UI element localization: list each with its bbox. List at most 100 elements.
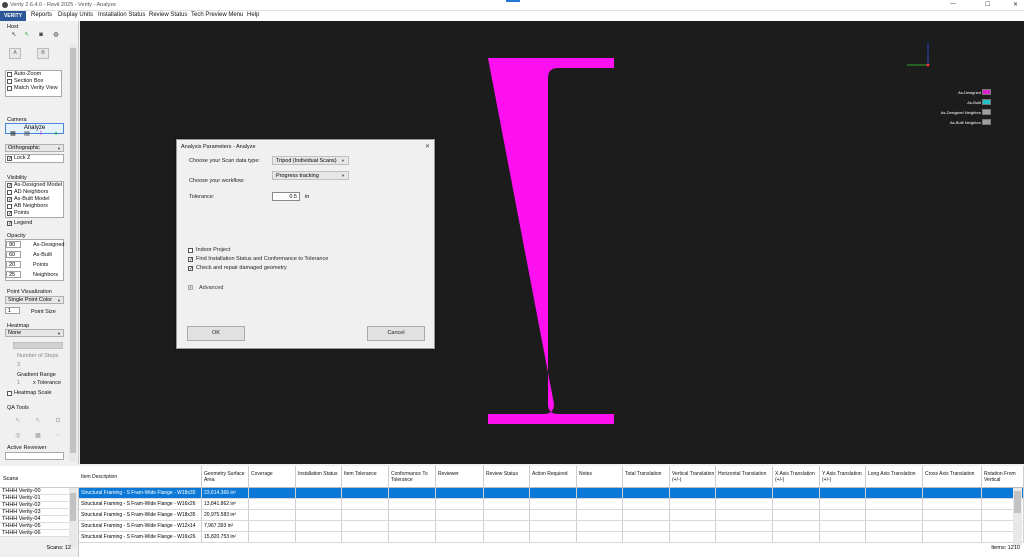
legend-checkbox[interactable]: ✓ [7,221,12,227]
workflow-select[interactable]: Progress tracking ▼ [272,171,349,180]
menu-installation-status[interactable]: Installation Status [98,12,145,18]
column-header[interactable]: Item Description [79,466,202,488]
column-header[interactable]: Total Translation [623,466,670,488]
opacity-points-input[interactable]: 20 [6,261,21,268]
left-scroll-thumb[interactable] [70,48,76,453]
table-row[interactable]: Structural Framing - S Fram-Wide Flange … [79,488,1024,499]
repair-geometry-checkbox[interactable]: ✓ [188,266,193,272]
scans-scrollbar[interactable] [69,488,77,548]
column-header[interactable]: Y Axis Translation (+/-) [820,466,866,488]
ok-button[interactable]: OK [187,326,245,341]
beam-icon[interactable]: I [38,131,44,137]
column-header[interactable]: Item Tolerance [342,466,389,488]
table-cell [484,532,530,542]
table-scroll-thumb[interactable] [1014,491,1021,513]
scan-item[interactable]: THHH Verity-01 [0,495,69,502]
left-panel-scrollbar[interactable] [69,44,77,462]
close-icon[interactable]: ✕ [425,143,430,150]
heatmap-select[interactable]: None ▼ [5,329,64,337]
minimize-button[interactable]: — [950,1,956,7]
column-header[interactable]: Long Axis Translation [866,466,923,488]
tolerance-input[interactable]: 0.5 [272,192,300,201]
host-button-b[interactable]: B [37,48,49,59]
column-header[interactable]: Notes [577,466,623,488]
column-header[interactable]: Installation Status [296,466,342,488]
column-header[interactable]: Coverage [249,466,296,488]
legend-as-built-label: As-Built [967,100,981,105]
heatmap-scale-checkbox[interactable] [7,391,12,396]
cancel-button[interactable]: Cancel [367,326,425,341]
menu-review-status[interactable]: Review Status [149,12,187,18]
menu-display-units[interactable]: Display Units [58,12,93,18]
scan-item[interactable]: THHH Verity-03 [0,509,69,516]
scan-item[interactable]: THHH Verity-00 [0,488,69,495]
menu-reports[interactable]: Reports [31,12,52,18]
column-header[interactable]: Vertical Translation (+/-) [670,466,716,488]
find-status-checkbox[interactable]: ✓ [188,257,193,263]
advanced-expand-icon[interactable]: › [188,285,193,291]
ad-neighbors-checkbox[interactable] [7,190,12,195]
column-header[interactable]: Cross Axis Translation [923,466,982,488]
table-row[interactable]: Structural Framing - S Fram-Wide Flange … [79,510,1024,521]
scans-scroll-thumb[interactable] [70,493,76,521]
table-cell [577,532,623,542]
scan-type-select[interactable]: Tripod (Individual Scans) ▼ [272,156,349,165]
qa-grid-icon[interactable]: ▦ [35,433,41,439]
host-button-a[interactable]: A [9,48,21,59]
scan-item[interactable]: THHH Verity-06 [0,530,69,537]
match-view-checkbox[interactable] [7,86,12,91]
qa-circle-icon[interactable]: ◎ [15,433,21,439]
opacity-as-designed-input[interactable]: 90 [6,241,21,248]
table-row[interactable]: Structural Framing - S Fram-Wide Flange … [79,499,1024,510]
indoor-project-checkbox[interactable] [188,248,193,253]
ab-neighbors-checkbox[interactable] [7,204,12,209]
table-scrollbar[interactable] [1013,488,1022,546]
perspective-icon[interactable]: ▦ [10,131,16,137]
column-header[interactable]: X Axis Translation (+/-) [773,466,820,488]
column-header[interactable]: Action Required [530,466,577,488]
scans-header: Scans [0,466,79,488]
scan-item[interactable]: THHH Verity-05 [0,523,69,530]
opacity-neighbors-input[interactable]: 25 [6,271,21,278]
column-header[interactable]: Rotation From Vertical [982,466,1024,488]
opacity-as-built-input[interactable]: 60 [6,251,21,258]
section-box-checkbox[interactable] [7,79,12,84]
table-cell [296,488,342,498]
column-header[interactable]: Conformance To Tolerance [389,466,436,488]
qa-pointer-icon[interactable]: ↖ [15,418,21,424]
scan-item[interactable]: THHH Verity-04 [0,516,69,523]
column-header[interactable]: Geometry Surface Area [202,466,249,488]
qa-tools-title: QA Tools [7,405,29,411]
camera-icon[interactable]: ◙ [38,32,44,38]
qa-select-icon[interactable]: ↖ [35,418,41,424]
table-row[interactable]: Structural Framing - S Fram-Wide Flange … [79,521,1024,532]
column-header[interactable]: Review Status [484,466,530,488]
table-row[interactable]: Structural Framing - S Fram-Wide Flange … [79,532,1024,543]
globe-icon[interactable]: ◍ [53,32,59,38]
table-cell [249,521,296,531]
menu-help[interactable]: Help [247,12,259,18]
points-checkbox[interactable]: ✓ [7,211,12,217]
maximize-button[interactable]: ☐ [985,1,990,8]
point-vis-select[interactable]: Single Point Color ▼ [5,296,64,304]
cursor-green-icon[interactable]: ↖ [24,32,30,38]
grid-icon[interactable]: ▤ [24,131,30,137]
as-designed-checkbox[interactable]: ✓ [7,183,12,189]
column-header[interactable]: Reviewer [436,466,484,488]
close-button[interactable]: ✕ [1013,1,1018,8]
menu-tech-preview[interactable]: Tech Preview Menu [191,12,243,18]
column-header[interactable]: Horizontal Translation [716,466,773,488]
scan-item[interactable]: THHH Verity-02 [0,502,69,509]
auto-zoom-checkbox[interactable] [7,72,12,77]
projection-select[interactable]: Orthographic ▼ [5,144,64,152]
qa-tag-icon[interactable]: ⊡ [55,418,61,424]
as-built-checkbox[interactable]: ✓ [7,197,12,203]
sphere-icon[interactable]: ● [53,131,59,137]
advanced-label[interactable]: Advanced [199,285,223,291]
lock-z-checkbox[interactable]: ✓ [7,156,12,162]
qa-dots-icon[interactable]: ⁘ [55,433,61,439]
tolerance-unit: in [305,194,310,200]
cursor-icon[interactable]: ↖ [11,32,17,38]
point-size-input[interactable]: 1 [5,307,20,314]
active-reviewer-input[interactable] [5,452,64,460]
